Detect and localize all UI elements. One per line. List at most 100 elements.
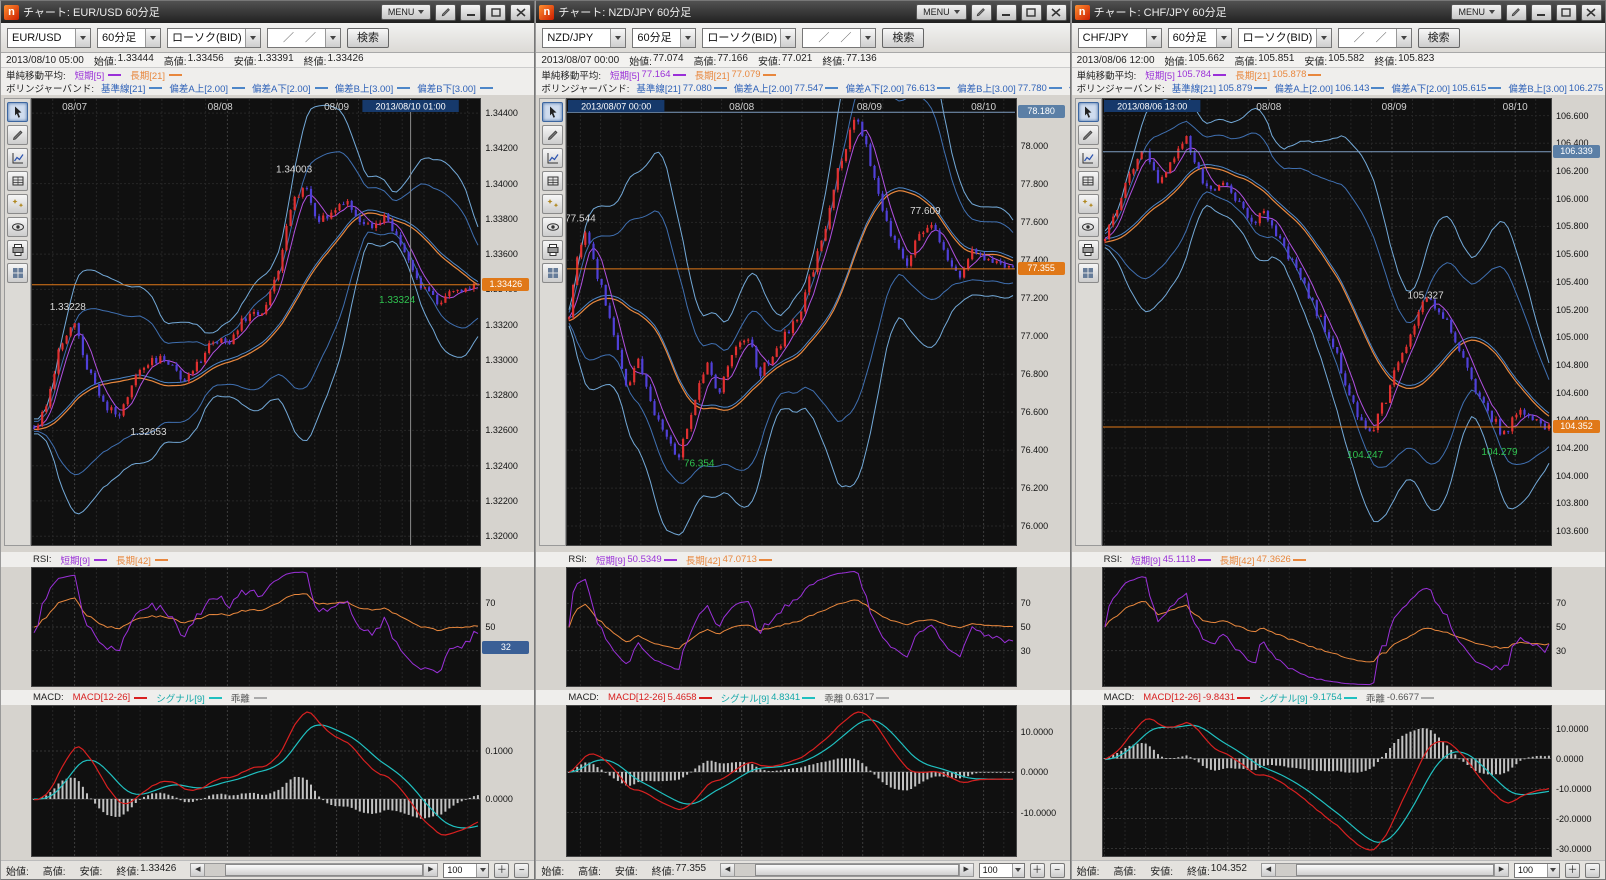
chart-scrollbar[interactable]: ◀ ▶: [720, 863, 974, 877]
draw-mode-button[interactable]: [1506, 4, 1527, 21]
data-window-tool-button[interactable]: [542, 171, 563, 191]
window-titlebar[interactable]: n チャート: EUR/USD 60分足 MENU: [1, 1, 534, 23]
visibility-tool-button[interactable]: [1078, 217, 1099, 237]
caret-down-icon[interactable]: [476, 864, 488, 877]
pair-select[interactable]: NZD/JPY: [542, 28, 626, 48]
close-button[interactable]: [1581, 4, 1602, 21]
rsi-axis[interactable]: 705030: [1552, 567, 1602, 687]
pattern-tool-button[interactable]: [1078, 194, 1099, 214]
minimize-button[interactable]: [460, 4, 481, 21]
zoom-out-button[interactable]: −: [1050, 863, 1065, 878]
rsi-axis[interactable]: 705032: [481, 567, 531, 687]
scroll-right-button[interactable]: ▶: [1494, 864, 1508, 876]
chart-scrollbar[interactable]: ◀ ▶: [190, 863, 438, 877]
zoom-select[interactable]: 100: [979, 863, 1025, 878]
layout-tool-button[interactable]: [1078, 263, 1099, 283]
rsi-plot[interactable]: [1102, 567, 1552, 687]
date-input[interactable]: ／ ／: [802, 28, 876, 48]
macd-plot[interactable]: [566, 705, 1016, 857]
chart-style-select[interactable]: ローソク(BID): [702, 28, 796, 48]
visibility-tool-button[interactable]: [7, 217, 28, 237]
caret-down-icon[interactable]: [1146, 29, 1161, 47]
maximize-button[interactable]: [485, 4, 506, 21]
pair-select[interactable]: EUR/USD: [7, 28, 91, 48]
caret-down-icon[interactable]: [860, 29, 875, 47]
draw-tool-button[interactable]: [1078, 125, 1099, 145]
caret-down-icon[interactable]: [1396, 29, 1411, 47]
caret-down-icon[interactable]: [610, 29, 625, 47]
indicator-tool-button[interactable]: [1078, 148, 1099, 168]
scroll-right-button[interactable]: ▶: [959, 864, 973, 876]
macd-axis[interactable]: 10.00000.0000-10.0000-20.0000-30.0000: [1552, 705, 1602, 857]
caret-down-icon[interactable]: [325, 29, 340, 47]
timeframe-select[interactable]: 60分足: [97, 28, 161, 48]
pointer-tool-button[interactable]: [1078, 102, 1099, 122]
caret-down-icon[interactable]: [680, 29, 695, 47]
data-window-tool-button[interactable]: [7, 171, 28, 191]
caret-down-icon[interactable]: [1547, 864, 1559, 877]
scroll-left-button[interactable]: ◀: [191, 864, 205, 876]
zoom-in-button[interactable]: ＋: [1030, 863, 1045, 878]
menu-button[interactable]: MENU: [916, 4, 967, 20]
scrollbar-thumb[interactable]: [1296, 864, 1494, 876]
rsi-plot[interactable]: [566, 567, 1016, 687]
minimize-button[interactable]: [1531, 4, 1552, 21]
print-tool-button[interactable]: [1078, 240, 1099, 260]
pattern-tool-button[interactable]: [542, 194, 563, 214]
date-input[interactable]: ／ ／: [267, 28, 341, 48]
caret-down-icon[interactable]: [1012, 864, 1024, 877]
scroll-right-button[interactable]: ▶: [423, 864, 437, 876]
indicator-tool-button[interactable]: [7, 148, 28, 168]
scroll-left-button[interactable]: ◀: [1262, 864, 1276, 876]
caret-down-icon[interactable]: [1316, 29, 1331, 47]
price-axis[interactable]: 78.00077.80077.60077.40077.20077.00076.8…: [1017, 98, 1067, 546]
zoom-in-button[interactable]: ＋: [494, 863, 509, 878]
zoom-select[interactable]: 100: [1514, 863, 1560, 878]
search-button[interactable]: 検索: [882, 28, 924, 48]
timeframe-select[interactable]: 60分足: [1168, 28, 1232, 48]
close-button[interactable]: [1046, 4, 1067, 21]
chart-scrollbar[interactable]: ◀ ▶: [1261, 863, 1509, 877]
visibility-tool-button[interactable]: [542, 217, 563, 237]
minimize-button[interactable]: [996, 4, 1017, 21]
rsi-plot[interactable]: [31, 567, 481, 687]
layout-tool-button[interactable]: [7, 263, 28, 283]
macd-plot[interactable]: [31, 705, 481, 857]
scrollbar-track[interactable]: [1276, 864, 1494, 876]
timeframe-select[interactable]: 60分足: [632, 28, 696, 48]
caret-down-icon[interactable]: [145, 29, 160, 47]
draw-tool-button[interactable]: [7, 125, 28, 145]
scrollbar-track[interactable]: [205, 864, 423, 876]
window-titlebar[interactable]: n チャート: CHF/JPY 60分足 MENU: [1072, 1, 1605, 23]
caret-down-icon[interactable]: [1216, 29, 1231, 47]
rsi-axis[interactable]: 705030: [1017, 567, 1067, 687]
close-button[interactable]: [510, 4, 531, 21]
caret-down-icon[interactable]: [780, 29, 795, 47]
zoom-out-button[interactable]: −: [514, 863, 529, 878]
caret-down-icon[interactable]: [75, 29, 90, 47]
search-button[interactable]: 検索: [347, 28, 389, 48]
window-titlebar[interactable]: n チャート: NZD/JPY 60分足 MENU: [536, 1, 1069, 23]
pointer-tool-button[interactable]: [542, 102, 563, 122]
price-axis[interactable]: 106.600106.400106.200106.000105.800105.6…: [1552, 98, 1602, 546]
draw-mode-button[interactable]: [971, 4, 992, 21]
main-plot[interactable]: 08/0708/0808/092013/08/10 01:001.340031.…: [31, 98, 481, 546]
main-plot[interactable]: 08/0808/0908/102013/08/06 13:00105.32710…: [1102, 98, 1552, 546]
pointer-tool-button[interactable]: [7, 102, 28, 122]
macd-axis[interactable]: 0.10000.0000: [481, 705, 531, 857]
zoom-out-button[interactable]: −: [1585, 863, 1600, 878]
price-axis[interactable]: 1.344001.342001.340001.338001.336001.334…: [481, 98, 531, 546]
print-tool-button[interactable]: [7, 240, 28, 260]
caret-down-icon[interactable]: [245, 29, 260, 47]
date-input[interactable]: ／ ／: [1338, 28, 1412, 48]
layout-tool-button[interactable]: [542, 263, 563, 283]
chart-style-select[interactable]: ローソク(BID): [167, 28, 261, 48]
menu-button[interactable]: MENU: [381, 4, 432, 20]
draw-mode-button[interactable]: [435, 4, 456, 21]
macd-plot[interactable]: [1102, 705, 1552, 857]
draw-tool-button[interactable]: [542, 125, 563, 145]
zoom-in-button[interactable]: ＋: [1565, 863, 1580, 878]
pattern-tool-button[interactable]: [7, 194, 28, 214]
chart-style-select[interactable]: ローソク(BID): [1238, 28, 1332, 48]
data-window-tool-button[interactable]: [1078, 171, 1099, 191]
